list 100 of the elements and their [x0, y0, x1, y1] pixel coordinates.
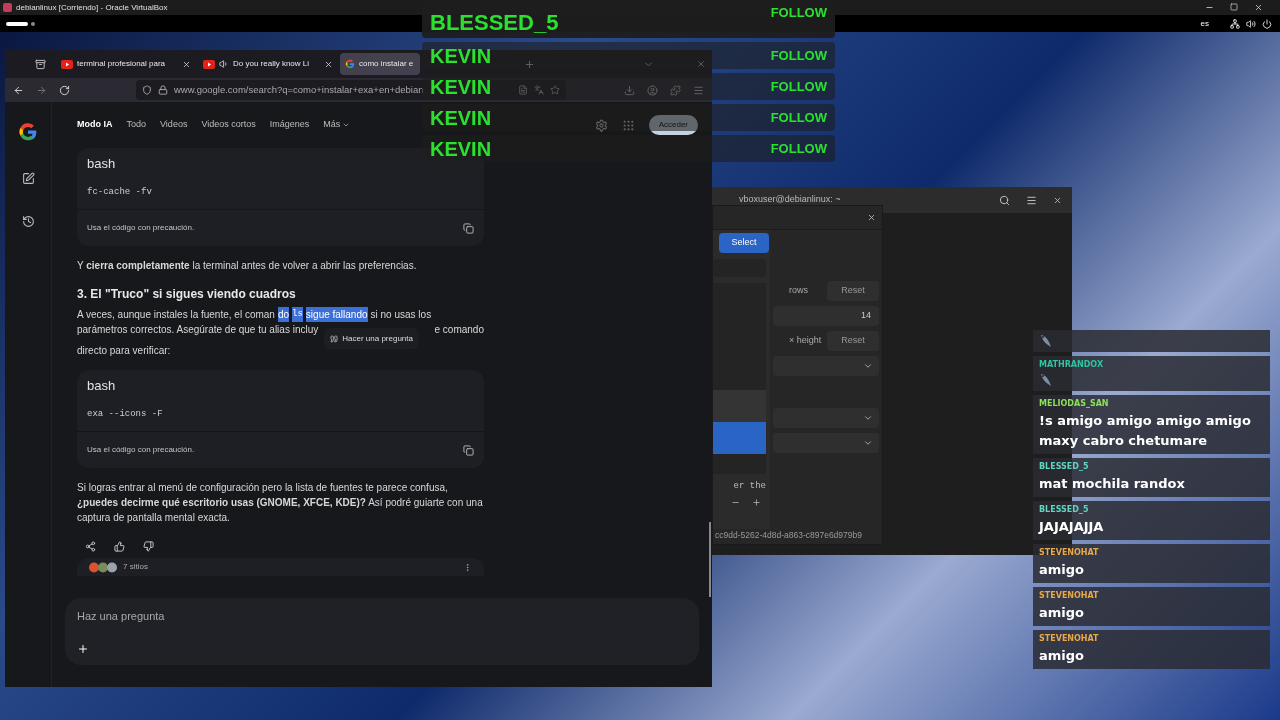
- close-icon[interactable]: [1053, 195, 1062, 205]
- follow-label: FOLLOW: [770, 46, 827, 65]
- tab-title: terminal profesional para: [77, 58, 166, 70]
- thumbs-down-icon[interactable]: [143, 541, 154, 552]
- ask-placeholder: Haz una pregunta: [77, 609, 166, 624]
- apps-icon[interactable]: [621, 118, 635, 132]
- play-icon: [61, 59, 73, 69]
- g-logo-icon: [345, 59, 355, 69]
- caution-note: Usa el código con precaución.: [87, 222, 195, 234]
- copy-icon[interactable]: [463, 222, 474, 234]
- close-icon[interactable]: [182, 59, 191, 69]
- more-icon[interactable]: [463, 562, 472, 572]
- chat-text: amigo: [1039, 647, 1085, 665]
- search-tab[interactable]: Todo: [126, 118, 147, 132]
- tab-title: como instalar e: [359, 58, 414, 70]
- star-icon[interactable]: [550, 85, 560, 95]
- terminal-title: vboxuser@debianlinux: ~: [739, 193, 841, 207]
- chat-username: BLESSED_5: [1039, 461, 1090, 473]
- share-icon[interactable]: [85, 541, 96, 552]
- settings-icon[interactable]: [594, 118, 608, 132]
- ask-field[interactable]: Haz una pregunta: [65, 598, 699, 665]
- search-icon[interactable]: [999, 194, 1010, 206]
- chat-text: JAJAJAJJA: [1039, 518, 1105, 536]
- follower-name: KEVIN: [430, 105, 492, 131]
- text-run: si no usas los: [370, 308, 432, 322]
- font-preview: er the: [733, 480, 766, 493]
- plus-icon[interactable]: [752, 498, 761, 508]
- power-icon[interactable]: [1262, 18, 1272, 29]
- text-run: e comando: [434, 323, 484, 337]
- text-run: A veces, aunque instales la fuente, el coman: [77, 308, 275, 322]
- browser-tab[interactable]: terminal profesional para: [56, 53, 196, 75]
- chat-text: !s amigo amigo amigo amigo maxy cabro chetumare: [1039, 412, 1252, 450]
- chevron-icon: [863, 361, 873, 371]
- url-text: www.google.com/search?q=como+instalar+exa+en+debian: [174, 82, 424, 97]
- follower-name: KEVIN: [430, 74, 492, 100]
- answer-paragraph: Y cierra completamente la terminal antes de volver a abrir las preferencias.: [77, 259, 418, 273]
- reload-icon[interactable]: [59, 84, 70, 96]
- g-logo-icon: [18, 122, 38, 142]
- volume-icon[interactable]: [1246, 18, 1256, 29]
- plus-icon[interactable]: [77, 643, 89, 655]
- text-run: parámetros correctos. Asegúrate de que tu alias incluy: [77, 323, 319, 337]
- workspace-indicator[interactable]: [31, 21, 35, 26]
- workspace-indicator[interactable]: [6, 21, 28, 26]
- profile-id: cc9dd-5262-4d8d-a863-c897e6d979b9: [714, 529, 863, 543]
- font-size-value: 14: [861, 309, 871, 323]
- menu-icon[interactable]: [1026, 194, 1037, 206]
- play-icon: [203, 59, 215, 69]
- close-icon[interactable]: [324, 59, 333, 69]
- font-size-field[interactable]: 14: [773, 306, 879, 326]
- chevron-icon: [863, 438, 873, 448]
- more-tab[interactable]: Más: [323, 118, 351, 132]
- back-icon[interactable]: [13, 84, 24, 96]
- chat-text: amigo: [1039, 604, 1085, 622]
- scrollbar[interactable]: [709, 522, 711, 597]
- reset-button[interactable]: Reset: [827, 331, 879, 351]
- app-logo-icon: [3, 3, 12, 12]
- ask-tooltip[interactable]: Hacer una pregunta: [324, 328, 419, 349]
- tab-list-icon[interactable]: [35, 58, 46, 70]
- quote-icon: [330, 334, 339, 343]
- browser-tab[interactable]: como instalar e: [340, 53, 420, 75]
- address-field[interactable]: www.google.com/search?q=como+instalar+exa+en+debian: [136, 80, 428, 100]
- shield-icon: [142, 85, 152, 95]
- copy-icon[interactable]: [463, 444, 474, 456]
- sources-bar[interactable]: 7 sitios: [77, 558, 484, 576]
- history-icon[interactable]: [21, 215, 35, 228]
- thumbs-up-icon[interactable]: [114, 541, 125, 552]
- follow-label: FOLLOW: [770, 139, 827, 158]
- keyboard-layout[interactable]: es: [1200, 17, 1209, 30]
- code-line: exa --icons -F: [87, 407, 164, 421]
- lock-icon: [158, 85, 168, 95]
- search-tab[interactable]: Videos: [160, 118, 188, 132]
- search-tab[interactable]: Modo IA: [77, 118, 113, 132]
- caution-note: Usa el código con precaución.: [87, 444, 195, 456]
- code-language: bash: [87, 155, 117, 173]
- close-icon[interactable]: [867, 213, 876, 222]
- new-chat-icon[interactable]: [21, 172, 35, 185]
- reset-button[interactable]: Reset: [827, 281, 879, 301]
- answer-paragraph: Si logras entrar al menú de configuración pero la lista de fuentes te parece confusa, ¿puedes decirme qué escritorio usas (GNOME, XFCE, KDE)? Así podré guiarte con una captura de pantalla mental exacta.: [77, 481, 484, 525]
- chevron-icon: [863, 413, 873, 423]
- forward-icon[interactable]: [36, 84, 47, 96]
- chat-username: BLESSED_5: [1039, 504, 1090, 516]
- download-icon[interactable]: [624, 84, 635, 96]
- follower-name: KEVIN: [430, 43, 492, 69]
- search-tab[interactable]: Imágenes: [269, 118, 310, 132]
- select-button[interactable]: Select: [719, 233, 769, 253]
- search-tab[interactable]: Videos cortos: [201, 118, 256, 132]
- text-run: do: [277, 307, 290, 322]
- new-tab-icon[interactable]: [524, 58, 535, 70]
- window-title: debianlinux [Corriendo] - Oracle VirtualBox: [16, 1, 168, 14]
- network-icon[interactable]: [1230, 18, 1240, 29]
- follower-name: KEVIN: [430, 136, 492, 162]
- code-word: ls: [292, 307, 303, 322]
- chat-text: mat mochila randox: [1039, 475, 1186, 493]
- list-row[interactable]: [713, 422, 766, 455]
- chat-username: STEVENOHAT: [1039, 547, 1100, 559]
- text-run: directo para verificar:: [77, 344, 172, 358]
- chat-username: STEVENOHAT: [1039, 633, 1100, 645]
- browser-tab[interactable]: Do you really know Li: [198, 53, 338, 75]
- close-icon[interactable]: [1254, 3, 1263, 12]
- maximize-icon[interactable]: [1230, 3, 1238, 11]
